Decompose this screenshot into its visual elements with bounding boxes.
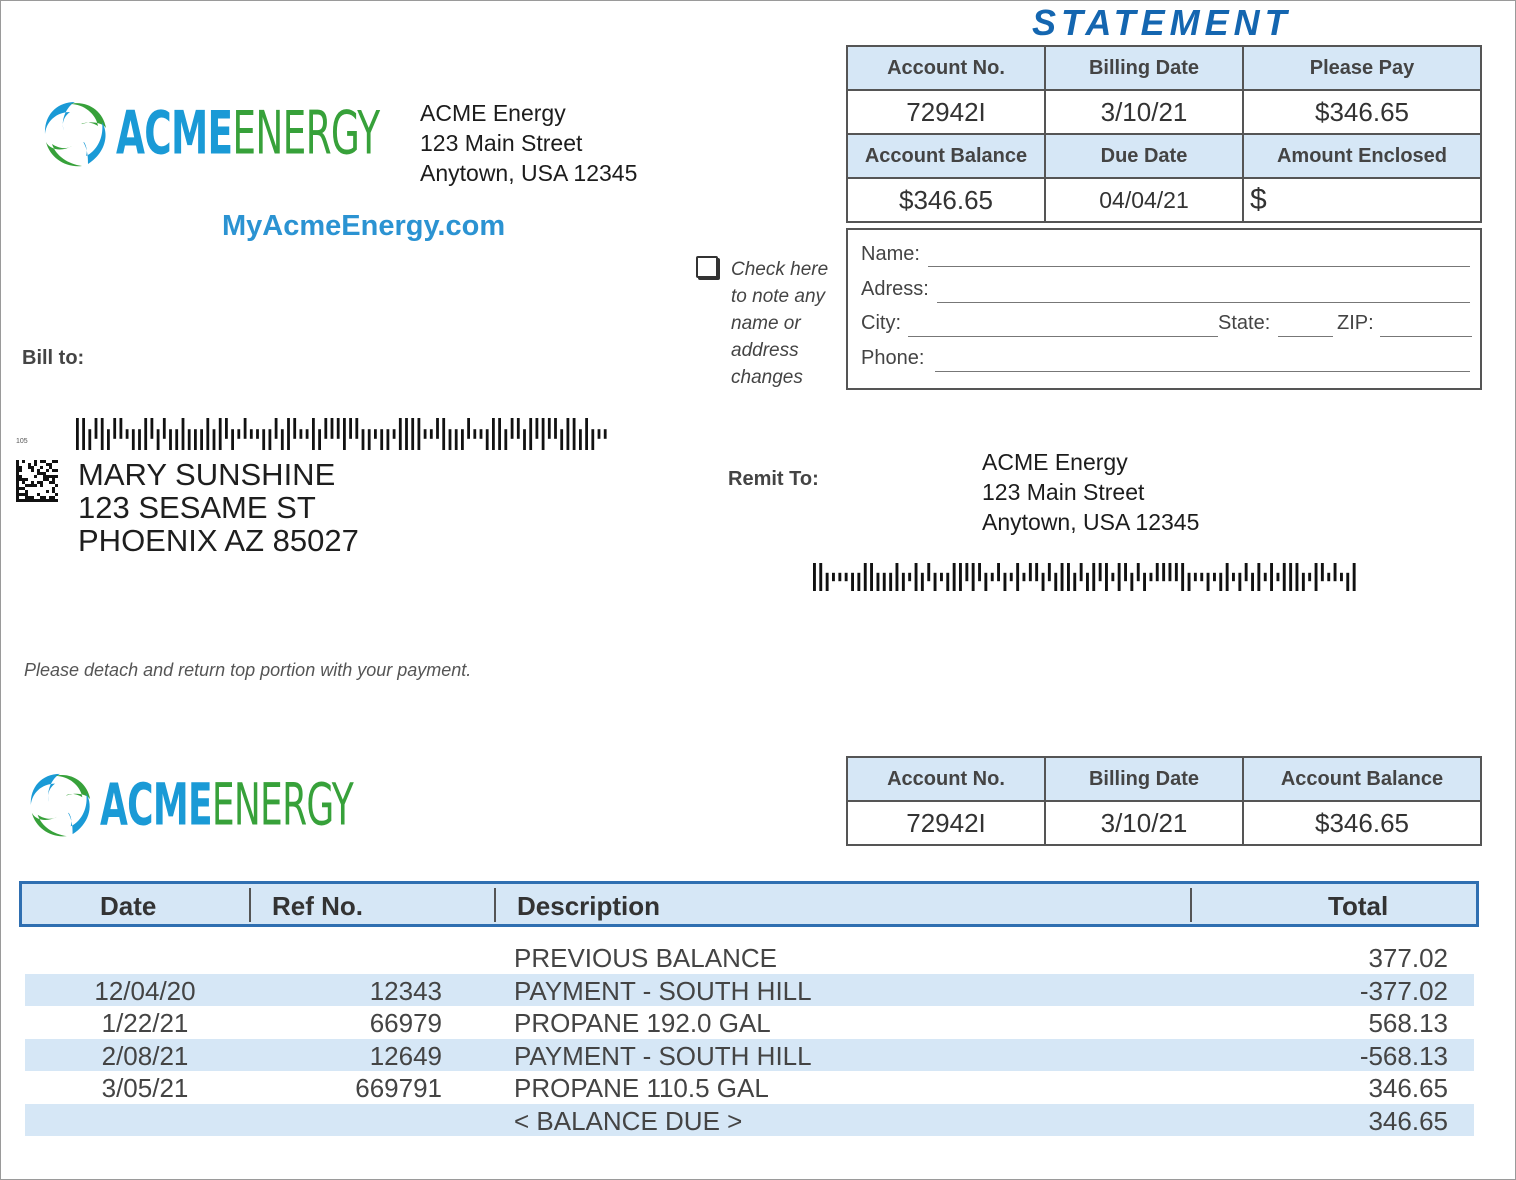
table-row: < BALANCE DUE > 346.65 [25, 1103, 1474, 1136]
zip-field[interactable] [1380, 336, 1472, 337]
logo-swirl-icon [44, 102, 106, 167]
customer-name: MARY SUNSHINE [78, 457, 336, 492]
company-name: ACME Energy [420, 100, 566, 126]
row-date: 1/22/21 [101, 1008, 189, 1038]
summary-header-account-balance: Account Balance [1242, 756, 1482, 802]
address-label: Adress: [861, 278, 929, 300]
name-label: Name: [861, 243, 920, 265]
postal-barcode-icon [76, 418, 607, 450]
remit-to-label: Remit To: [728, 468, 819, 490]
bottom-company-logo: ACME ENERGY [26, 770, 451, 840]
bill-to-label: Bill to: [22, 347, 85, 369]
phone-label: Phone: [861, 347, 925, 369]
row-total: 346.65 [1368, 1073, 1448, 1103]
website-link[interactable]: MyAcmeEnergy.com [222, 210, 505, 243]
column-ref-no: Ref No. [272, 891, 363, 921]
column-divider [249, 888, 251, 922]
value-account-no: 72942I [846, 89, 1046, 135]
column-divider [1190, 888, 1192, 922]
remit-to-address: ACME Energy 123 Main Street Anytown, USA… [982, 447, 1199, 537]
bottom-logo-acme-text: ACME [100, 771, 213, 839]
row-description: < BALANCE DUE > [514, 1105, 743, 1136]
bill-to-address: MARY SUNSHINE 123 SESAME ST PHOENIX AZ 8… [78, 458, 359, 557]
city-label: City: [861, 312, 901, 334]
table-row: 3/05/21 669791 PROPANE 110.5 GAL 346.65 [25, 1071, 1474, 1103]
header-billing-date: Billing Date [1044, 45, 1244, 91]
address-change-note: Check here to note any name or address c… [731, 259, 829, 388]
name-field[interactable] [928, 266, 1470, 267]
bottom-logo-energy-text: ENERGY [211, 771, 354, 839]
header-amount-enclosed: Amount Enclosed [1242, 133, 1482, 179]
row-total: -377.02 [1359, 975, 1448, 1006]
amount-enclosed-field[interactable]: $ [1242, 177, 1482, 223]
column-total: Total [1328, 891, 1389, 921]
header-account-no: Account No. [846, 45, 1046, 91]
column-date: Date [100, 891, 157, 921]
row-ref-no: 669791 [355, 1073, 442, 1103]
customer-city: PHOENIX AZ 85027 [78, 523, 359, 558]
logo-acme-text: ACME [116, 99, 233, 169]
value-billing-date: 3/10/21 [1044, 89, 1244, 135]
logo-energy-text: ENERGY [232, 99, 380, 169]
remit-street: 123 Main Street [982, 479, 1145, 505]
row-date: 2/08/21 [101, 1040, 189, 1071]
table-row: 1/22/21 66979 PROPANE 192.0 GAL 568.13 [25, 1006, 1474, 1038]
row-date: 12/04/20 [94, 975, 196, 1006]
remit-name: ACME Energy [982, 449, 1128, 475]
row-description: PROPANE 192.0 GAL [514, 1008, 771, 1038]
row-ref-no: 12649 [369, 1040, 442, 1071]
row-total: 568.13 [1368, 1008, 1448, 1038]
table-row: PREVIOUS BALANCE 377.02 [25, 941, 1474, 973]
row-date: 3/05/21 [101, 1073, 189, 1103]
statement-table: Account No. Billing Date Please Pay 7294… [846, 45, 1482, 223]
small-code-text: 105 [16, 438, 28, 445]
company-city: Anytown, USA 12345 [420, 160, 638, 186]
logo-swirl-icon [30, 773, 91, 837]
row-total: 377.02 [1368, 943, 1448, 973]
summary-table: Account No. Billing Date Account Balance… [846, 756, 1482, 846]
detach-note: Please detach and return top portion wit… [24, 660, 472, 680]
address-change-checkbox[interactable] [696, 256, 718, 278]
header-please-pay: Please Pay [1242, 45, 1482, 91]
row-description: PAYMENT - SOUTH HILL [514, 1040, 812, 1071]
table-row: 2/08/21 12649 PAYMENT - SOUTH HILL -568.13 [25, 1038, 1474, 1071]
remit-city: Anytown, USA 12345 [982, 509, 1200, 535]
customer-street: 123 SESAME ST [78, 490, 316, 525]
address-change-form [846, 228, 1482, 390]
company-street: 123 Main Street [420, 130, 583, 156]
city-field[interactable] [908, 336, 1218, 337]
summary-value-billing-date: 3/10/21 [1044, 800, 1244, 846]
row-total: -568.13 [1359, 1040, 1448, 1071]
summary-header-account-no: Account No. [846, 756, 1046, 802]
row-ref-no: 66979 [369, 1008, 442, 1038]
header-due-date: Due Date [1044, 133, 1244, 179]
remit-barcode-icon [813, 563, 1356, 591]
header-account-balance: Account Balance [846, 133, 1046, 179]
row-description: PAYMENT - SOUTH HILL [514, 975, 812, 1006]
row-description: PROPANE 110.5 GAL [514, 1073, 769, 1103]
transactions-header: Date Ref No. Description Total [19, 881, 1479, 927]
row-description: PREVIOUS BALANCE [514, 943, 777, 973]
table-row: 12/04/20 12343 PAYMENT - SOUTH HILL -377.02 [25, 973, 1474, 1006]
state-label: State: [1218, 312, 1271, 334]
zip-label: ZIP: [1337, 312, 1374, 334]
phone-field[interactable] [935, 371, 1470, 372]
value-due-date: 04/04/21 [1044, 177, 1244, 223]
summary-header-billing-date: Billing Date [1044, 756, 1244, 802]
data-matrix-code-icon [16, 460, 58, 502]
value-please-pay: $346.65 [1242, 89, 1482, 135]
summary-value-account-no: 72942I [846, 800, 1046, 846]
summary-value-account-balance: $346.65 [1242, 800, 1482, 846]
company-logo: ACME ENERGY [40, 98, 482, 170]
column-description: Description [517, 891, 661, 921]
state-field[interactable] [1278, 336, 1333, 337]
value-account-balance: $346.65 [846, 177, 1046, 223]
company-address: ACME Energy 123 Main Street Anytown, USA… [420, 98, 637, 188]
statement-title: STATEMENT [1032, 2, 1292, 43]
column-divider [494, 888, 496, 922]
row-ref-no: 12343 [369, 975, 442, 1006]
address-field[interactable] [937, 302, 1470, 303]
row-total: 346.65 [1368, 1105, 1448, 1136]
